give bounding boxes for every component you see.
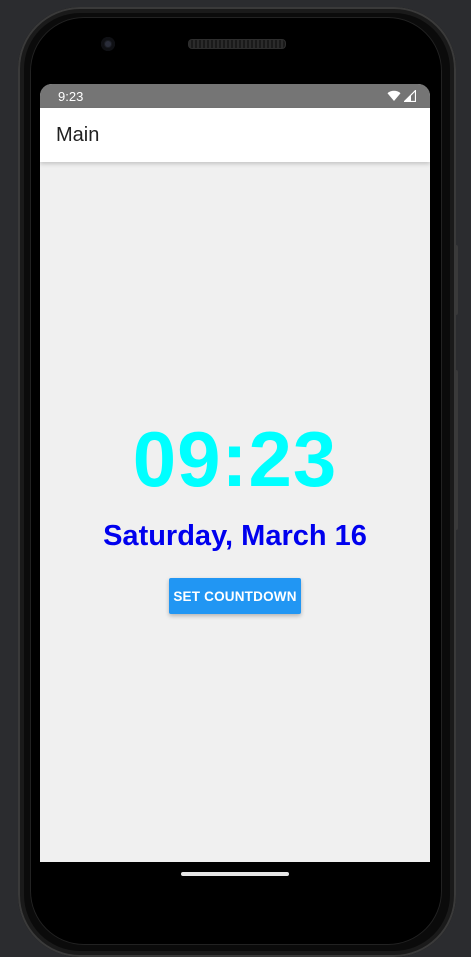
wifi-icon bbox=[387, 90, 401, 101]
app-bar: Main bbox=[40, 108, 430, 162]
app-screen: 9:23 Main 09:23 Saturday, March 16 SET C… bbox=[40, 84, 430, 862]
status-time: 9:23 bbox=[58, 88, 84, 104]
device-power-button bbox=[454, 245, 458, 315]
page-title: Main bbox=[56, 123, 100, 146]
clock-time: 09:23 bbox=[132, 415, 338, 503]
earpiece-speaker bbox=[188, 39, 286, 49]
home-gesture-handle[interactable] bbox=[181, 872, 289, 876]
main-content: 09:23 Saturday, March 16 SET COUNTDOWN bbox=[40, 162, 430, 862]
system-navigation-bar bbox=[40, 862, 430, 902]
front-camera-icon bbox=[101, 37, 115, 51]
status-bar: 9:23 bbox=[40, 84, 430, 108]
status-icons bbox=[387, 90, 416, 102]
set-countdown-button[interactable]: SET COUNTDOWN bbox=[169, 578, 301, 614]
device-volume-button bbox=[454, 370, 458, 530]
cell-signal-icon bbox=[404, 90, 416, 102]
clock-date: Saturday, March 16 bbox=[103, 520, 367, 552]
